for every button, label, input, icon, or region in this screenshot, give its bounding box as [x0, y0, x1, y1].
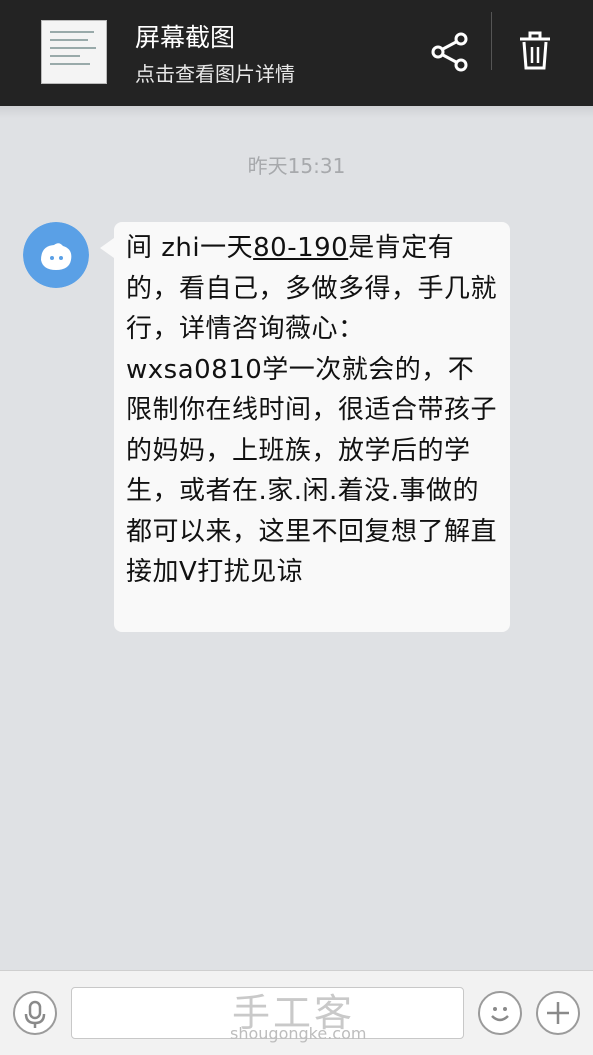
trash-icon[interactable] — [518, 31, 552, 71]
emoji-button[interactable] — [478, 991, 522, 1035]
share-icon[interactable] — [430, 32, 470, 72]
message-bubble[interactable]: 间 zhi一天80-190是肯定有的，看自己，多做多得，手几就行，详情咨询薇心：… — [100, 222, 510, 632]
message-timestamp: 昨天15:31 — [247, 154, 346, 178]
screenshot-thumbnail[interactable] — [41, 20, 107, 84]
message-text: 间 zhi一天 — [126, 233, 254, 263]
phone-number-link[interactable]: 80-190 — [253, 233, 348, 263]
notification-title: 屏幕截图 — [135, 23, 236, 52]
more-button[interactable] — [536, 991, 580, 1035]
smiley-icon — [491, 1007, 509, 1022]
plus-icon — [547, 1002, 569, 1024]
microphone-icon — [24, 1000, 46, 1028]
voice-button[interactable] — [13, 991, 57, 1035]
divider — [491, 12, 492, 70]
notification-subtitle[interactable]: 点击查看图片详情 — [135, 58, 295, 87]
sender-avatar[interactable] — [23, 222, 89, 288]
header-shadow — [0, 106, 593, 118]
message-text-rest: 是肯定有的，看自己，多做多得，手几就行，详情咨询薇心：wxsa0810学一次就会… — [126, 233, 498, 587]
watermark-domain: shougongke.com — [230, 1024, 367, 1043]
screenshot-notification[interactable]: 屏幕截图 点击查看图片详情 — [0, 0, 593, 106]
